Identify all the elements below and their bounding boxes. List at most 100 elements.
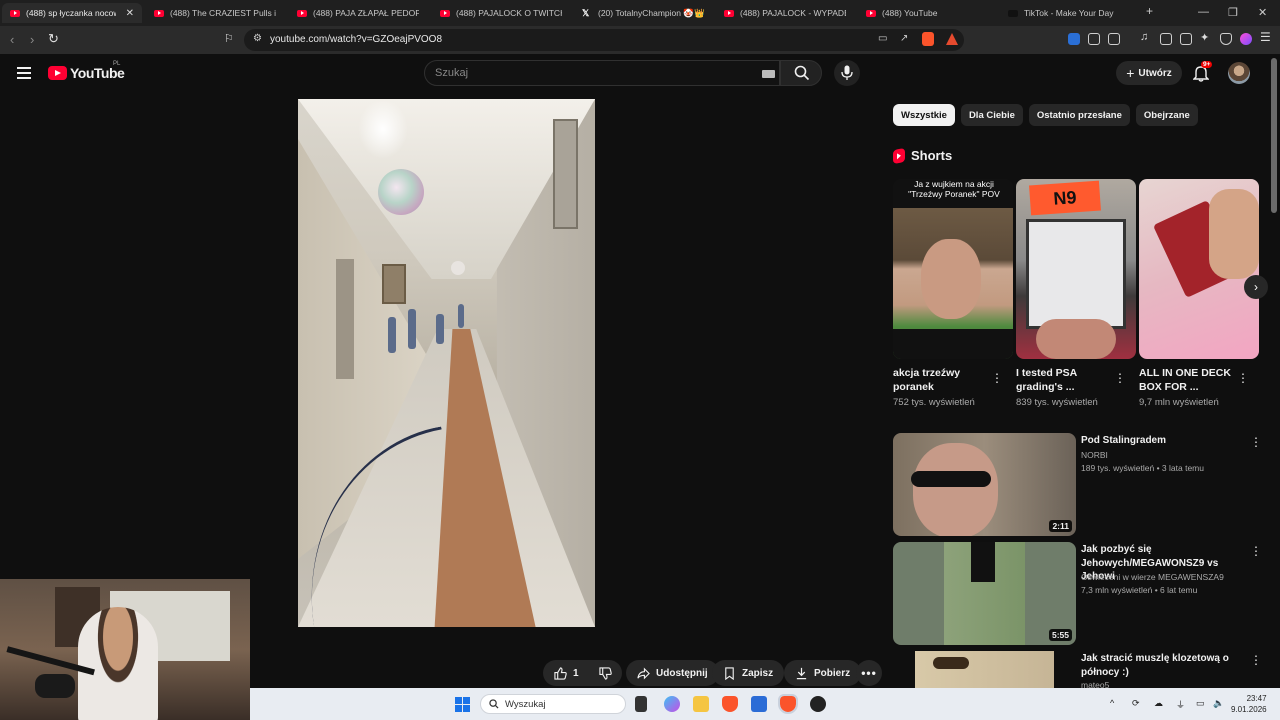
short-title[interactable]: I tested PSA grading's ...: [1016, 366, 1116, 394]
keyboard-icon[interactable]: [762, 70, 775, 78]
short-thumbnail[interactable]: N9: [1016, 179, 1136, 359]
microsoft-store-icon[interactable]: [751, 696, 767, 712]
page-scrollbar[interactable]: [1271, 58, 1277, 213]
short-title[interactable]: akcja trzeźwy poranek: [893, 366, 993, 394]
file-explorer-icon[interactable]: [693, 696, 709, 712]
youtube-logo[interactable]: YouTube PL: [48, 61, 125, 81]
video-title[interactable]: Jak stracić muszlę klozetową o północy :…: [1081, 652, 1241, 679]
close-window-icon[interactable]: ✕: [1258, 6, 1267, 19]
restore-icon[interactable]: ❐: [1228, 6, 1238, 19]
webcam-microphone: [35, 674, 75, 698]
short-title[interactable]: ALL IN ONE DECK BOX FOR ...: [1139, 366, 1239, 394]
windows-start-icon[interactable]: [455, 697, 470, 712]
like-button[interactable]: 1: [543, 660, 593, 686]
short-item[interactable]: ALL IN ONE DECK BOX FOR ... 9,7 mln wyśw…: [1139, 179, 1259, 408]
chip-recently-uploaded[interactable]: Ostatnio przesłane: [1028, 104, 1130, 126]
more-vert-icon[interactable]: ⋮: [1114, 371, 1126, 385]
forward-icon[interactable]: ›: [30, 32, 34, 47]
extension-icon[interactable]: [1068, 33, 1080, 45]
dislike-button[interactable]: [590, 660, 622, 686]
more-vert-icon[interactable]: ⋮: [1237, 371, 1249, 385]
more-vert-icon[interactable]: ⋮: [1250, 653, 1262, 667]
short-thumbnail[interactable]: Ja z wujkiem na akcji "Trzeźwy Poranek" …: [893, 179, 1013, 359]
sidebar-icon[interactable]: [1160, 33, 1172, 45]
minimize-icon[interactable]: —: [1198, 6, 1209, 18]
back-icon[interactable]: ‹: [10, 32, 14, 47]
video-player[interactable]: [298, 99, 595, 627]
vpn-shield-icon[interactable]: [1220, 33, 1232, 45]
cast-icon[interactable]: ▭: [878, 33, 887, 44]
voice-search-button[interactable]: [834, 60, 860, 86]
video-channel[interactable]: Oświeceni w wierze MEGAWENSZA9: [1081, 572, 1224, 582]
video-thumbnail[interactable]: 5:55: [893, 542, 1076, 645]
chip-for-you[interactable]: Dla Ciebie: [960, 104, 1023, 126]
share-button[interactable]: Udostępnij: [626, 660, 719, 686]
avatar[interactable]: [1228, 62, 1250, 84]
chip-all[interactable]: Wszystkie: [893, 104, 955, 126]
browser-tab[interactable]: (488) PAJALOCK - WYPADEK N: [716, 3, 854, 23]
taskbar-search[interactable]: Wyszukaj: [480, 694, 626, 714]
video-thumbnail[interactable]: 2:11: [893, 433, 1076, 536]
address-bar[interactable]: ⚙ youtube.com/watch?v=GZOeajPVOO8 ▭ ↗: [244, 29, 964, 51]
video-thumbnail[interactable]: [893, 651, 1076, 688]
profile-extension-icon[interactable]: [1240, 33, 1252, 45]
tray-mic-icon[interactable]: ⏚: [1176, 698, 1185, 711]
tray-display-icon[interactable]: ▭: [1196, 698, 1205, 709]
wallet-icon[interactable]: [1180, 33, 1192, 45]
menu-icon[interactable]: ☰: [1260, 30, 1272, 44]
save-button[interactable]: Zapisz: [712, 660, 785, 686]
recommended-video[interactable]: 2:11 Pod Stalingradem NORBI 189 tys. wyś…: [893, 433, 1273, 537]
video-title[interactable]: Pod Stalingradem: [1081, 434, 1241, 448]
more-vert-icon[interactable]: ⋮: [1250, 435, 1262, 449]
recommended-video[interactable]: Jak stracić muszlę klozetową o północy :…: [893, 651, 1273, 688]
puzzle-icon[interactable]: [1088, 33, 1100, 45]
video-channel[interactable]: mateo5: [1081, 680, 1109, 688]
new-tab-button[interactable]: +: [1146, 4, 1153, 18]
app-icon[interactable]: [810, 696, 826, 712]
more-vert-icon[interactable]: ⋮: [1250, 544, 1262, 558]
tray-volume-icon[interactable]: 🔈: [1213, 698, 1224, 709]
video-channel[interactable]: NORBI: [1081, 450, 1108, 460]
browser-tab[interactable]: (488) YouTube: [858, 3, 996, 23]
notifications-button[interactable]: 9+: [1192, 61, 1213, 87]
close-tab-icon[interactable]: ✕: [126, 8, 134, 19]
share-page-icon[interactable]: ↗: [900, 33, 908, 44]
tray-app-icon[interactable]: ⟳: [1132, 698, 1140, 709]
reload-icon[interactable]: ↻: [48, 31, 59, 47]
download-button[interactable]: Pobierz: [784, 660, 862, 686]
site-info-icon[interactable]: ⚙: [253, 33, 262, 44]
short-thumbnail[interactable]: [1139, 179, 1259, 359]
brave-browser-active-icon[interactable]: [778, 694, 798, 714]
bookmark-icon[interactable]: ⚐: [224, 32, 234, 45]
brave-browser-icon[interactable]: [722, 696, 738, 712]
short-item[interactable]: Ja z wujkiem na akcji "Trzeźwy Poranek" …: [893, 179, 1013, 408]
taskbar-clock[interactable]: 23:47 9.01.2026: [1231, 693, 1267, 715]
tray-chevron-icon[interactable]: ^: [1110, 698, 1114, 708]
browser-tab-active[interactable]: (488) sp łyczanka nocowan ✕: [2, 3, 142, 23]
copilot-icon[interactable]: [664, 696, 680, 712]
brave-rewards-icon[interactable]: [946, 33, 958, 45]
browser-tab[interactable]: (488) The CRAZIEST Pulls in TC: [146, 3, 284, 23]
shorts-next-arrow-icon[interactable]: ›: [1244, 275, 1268, 299]
tray-cloud-icon[interactable]: ☁: [1154, 698, 1163, 709]
search-button[interactable]: [780, 60, 822, 86]
search-input[interactable]: [425, 61, 745, 85]
browser-tab[interactable]: (488) PAJALOCK O TWITCH.TV: [432, 3, 570, 23]
browser-tab[interactable]: TikTok - Make Your Day: [1000, 3, 1138, 23]
create-button[interactable]: + Utwórz: [1116, 61, 1182, 85]
more-actions-button[interactable]: •••: [856, 660, 882, 686]
music-icon[interactable]: ♫: [1140, 31, 1152, 43]
brave-shield-icon[interactable]: [922, 32, 934, 46]
leo-icon[interactable]: ✦: [1200, 31, 1212, 44]
extension-icon[interactable]: [1108, 33, 1120, 45]
recommended-video[interactable]: 5:55 Jak pozbyć się Jehowych/MEGAWONSZ9 …: [893, 542, 1273, 646]
thumbs-down-icon: [599, 666, 612, 680]
task-view-icon[interactable]: [635, 696, 647, 712]
hamburger-menu-icon[interactable]: [17, 67, 31, 82]
more-vert-icon[interactable]: ⋮: [991, 371, 1003, 385]
chip-watched[interactable]: Obejrzane: [1135, 104, 1198, 126]
browser-tab[interactable]: 𝕏 (20) TotalnyChampion 🤡👑 o: [574, 3, 712, 23]
browser-tab[interactable]: (488) PAJA ZŁAPAŁ PEDOFILA: [289, 3, 427, 23]
short-item[interactable]: N9 I tested PSA grading's ... 839 tys. w…: [1016, 179, 1136, 408]
bookmark-icon: [725, 666, 734, 680]
